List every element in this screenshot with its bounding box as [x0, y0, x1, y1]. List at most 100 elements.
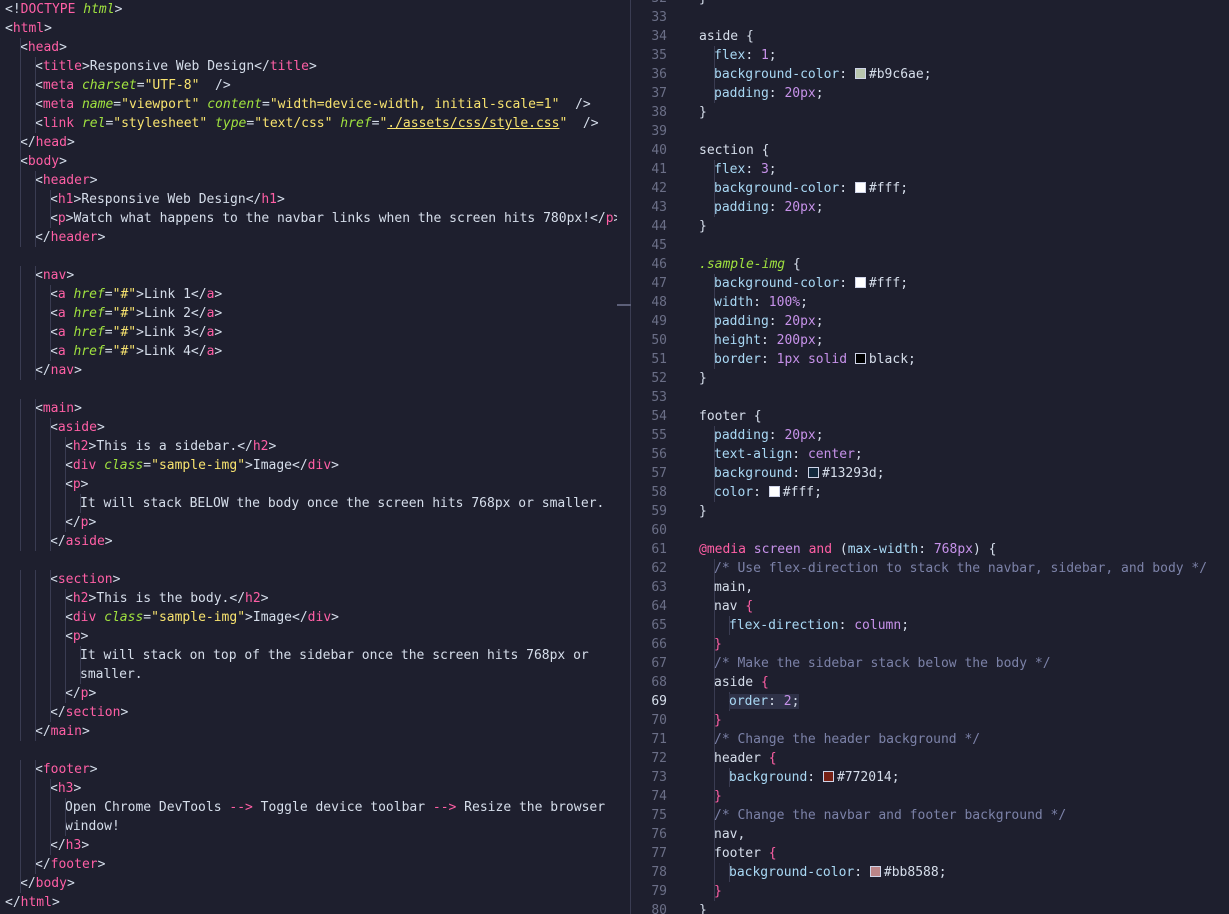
code-line[interactable]: 60: [631, 521, 1229, 540]
code-line[interactable]: 75 /* Change the navbar and footer backgr…: [631, 806, 1229, 825]
code-line[interactable]: 72 header {: [631, 749, 1229, 768]
code-line[interactable]: 39: [631, 122, 1229, 141]
css-code-area[interactable]: 32} 33 34 aside {35 flex: 1; 36 background-col…: [631, 0, 1229, 914]
code-line[interactable]: 69 order: 2;: [631, 692, 1229, 711]
code-line[interactable]: [0, 247, 617, 266]
code-line[interactable]: 64 nav {: [631, 597, 1229, 616]
code-line[interactable]: 51 border: 1px solid black;: [631, 350, 1229, 369]
code-line[interactable]: 58 color: #fff;: [631, 483, 1229, 502]
code-line[interactable]: 59}: [631, 502, 1229, 521]
code-line[interactable]: It will stack BELOW the body once the sc…: [0, 494, 617, 513]
color-swatch[interactable]: [854, 182, 866, 193]
code-line[interactable]: </header>: [0, 228, 617, 247]
code-line[interactable]: <a href="#">Link 3</a>: [0, 323, 617, 342]
code-line[interactable]: </head>: [0, 133, 617, 152]
code-line[interactable]: 79}: [631, 882, 1229, 901]
code-line[interactable]: </body>: [0, 874, 617, 893]
code-line[interactable]: It will stack on top of the sidebar once…: [0, 646, 617, 665]
code-line[interactable]: <header>: [0, 171, 617, 190]
color-swatch[interactable]: [854, 277, 866, 288]
code-line[interactable]: <p>: [0, 627, 617, 646]
code-line[interactable]: </h3>: [0, 836, 617, 855]
code-line[interactable]: <p>: [0, 475, 617, 494]
code-line[interactable]: 47 background-color: #fff;: [631, 274, 1229, 293]
css-editor-pane[interactable]: 32} 33 34 aside {35 flex: 1; 36 background-col…: [631, 0, 1229, 914]
code-line[interactable]: [0, 741, 617, 760]
code-line[interactable]: 67 /* Make the sidebar stack below the bo…: [631, 654, 1229, 673]
color-swatch[interactable]: [869, 866, 881, 877]
code-line[interactable]: </aside>: [0, 532, 617, 551]
code-line[interactable]: 68 aside {: [631, 673, 1229, 692]
code-line[interactable]: <h2>This is the body.</h2>: [0, 589, 617, 608]
split-view-sash[interactable]: [617, 0, 631, 914]
code-line[interactable]: <title>Responsive Web Design</title>: [0, 57, 617, 76]
code-line[interactable]: 50 height: 200px;: [631, 331, 1229, 350]
code-line[interactable]: 77 footer {: [631, 844, 1229, 863]
code-line[interactable]: smaller.: [0, 665, 617, 684]
code-line[interactable]: 40 section {: [631, 141, 1229, 160]
code-line[interactable]: 61 @media screen and (max-width: 768px) {: [631, 540, 1229, 559]
code-line[interactable]: </footer>: [0, 855, 617, 874]
code-line[interactable]: </main>: [0, 722, 617, 741]
code-line[interactable]: <section>: [0, 570, 617, 589]
sash-handle[interactable]: [617, 304, 631, 306]
code-line[interactable]: <h3>: [0, 779, 617, 798]
code-line[interactable]: <h2>This is a sidebar.</h2>: [0, 437, 617, 456]
code-line[interactable]: 54 footer {: [631, 407, 1229, 426]
code-line[interactable]: 37 padding: 20px;: [631, 84, 1229, 103]
code-line[interactable]: 55 padding: 20px;: [631, 426, 1229, 445]
code-line[interactable]: <nav>: [0, 266, 617, 285]
code-line[interactable]: 76 nav,: [631, 825, 1229, 844]
color-swatch[interactable]: [807, 467, 819, 478]
code-line[interactable]: <a href="#">Link 4</a>: [0, 342, 617, 361]
html-code-area[interactable]: <!DOCTYPE html> <html> <head> <title>Respon…: [0, 0, 617, 912]
code-line[interactable]: 66}: [631, 635, 1229, 654]
code-line[interactable]: 42 background-color: #fff;: [631, 179, 1229, 198]
code-line[interactable]: 38}: [631, 103, 1229, 122]
code-line[interactable]: </section>: [0, 703, 617, 722]
code-line[interactable]: <a href="#">Link 2</a>: [0, 304, 617, 323]
code-line[interactable]: 78 background-color: #bb8588;: [631, 863, 1229, 882]
code-line[interactable]: <div class="sample-img">Image</div>: [0, 456, 617, 475]
code-line[interactable]: 52}: [631, 369, 1229, 388]
code-line[interactable]: 74}: [631, 787, 1229, 806]
code-line[interactable]: 65 flex-direction: column;: [631, 616, 1229, 635]
code-line[interactable]: <body>: [0, 152, 617, 171]
code-line[interactable]: 73 background: #772014;: [631, 768, 1229, 787]
code-line[interactable]: </html>: [0, 893, 617, 912]
code-line[interactable]: <a href="#">Link 1</a>: [0, 285, 617, 304]
code-line[interactable]: 46 .sample-img {: [631, 255, 1229, 274]
code-line[interactable]: <p>Watch what happens to the navbar link…: [0, 209, 617, 228]
code-line[interactable]: Open Chrome DevTools --> Toggle device t…: [0, 798, 617, 817]
code-line[interactable]: </p>: [0, 684, 617, 703]
code-line[interactable]: [0, 551, 617, 570]
code-line[interactable]: 56 text-align: center;: [631, 445, 1229, 464]
code-line[interactable]: 71 /* Change the header background */: [631, 730, 1229, 749]
code-line[interactable]: 36 background-color: #b9c6ae;: [631, 65, 1229, 84]
code-line[interactable]: </p>: [0, 513, 617, 532]
code-line[interactable]: 57 background: #13293d;: [631, 464, 1229, 483]
color-swatch[interactable]: [854, 353, 866, 364]
code-line[interactable]: 44}: [631, 217, 1229, 236]
code-line[interactable]: <meta name="viewport" content="width=dev…: [0, 95, 617, 114]
code-line[interactable]: <link rel="stylesheet" type="text/css" h…: [0, 114, 617, 133]
code-line[interactable]: <main>: [0, 399, 617, 418]
code-line[interactable]: [0, 380, 617, 399]
code-line[interactable]: 49 padding: 20px;: [631, 312, 1229, 331]
code-line[interactable]: <div class="sample-img">Image</div>: [0, 608, 617, 627]
code-line[interactable]: 41 flex: 3;: [631, 160, 1229, 179]
code-line[interactable]: 53: [631, 388, 1229, 407]
code-line[interactable]: 80}: [631, 901, 1229, 914]
code-line[interactable]: <!DOCTYPE html>: [0, 0, 617, 19]
code-line[interactable]: <html>: [0, 19, 617, 38]
code-line[interactable]: <aside>: [0, 418, 617, 437]
code-line[interactable]: 33: [631, 8, 1229, 27]
code-line[interactable]: 34 aside {: [631, 27, 1229, 46]
code-line[interactable]: <h1>Responsive Web Design</h1>: [0, 190, 617, 209]
code-line[interactable]: </nav>: [0, 361, 617, 380]
code-line[interactable]: <footer>: [0, 760, 617, 779]
code-line[interactable]: 43 padding: 20px;: [631, 198, 1229, 217]
code-line[interactable]: 32}: [631, 0, 1229, 8]
color-swatch[interactable]: [822, 771, 834, 782]
code-line[interactable]: 63 main,: [631, 578, 1229, 597]
